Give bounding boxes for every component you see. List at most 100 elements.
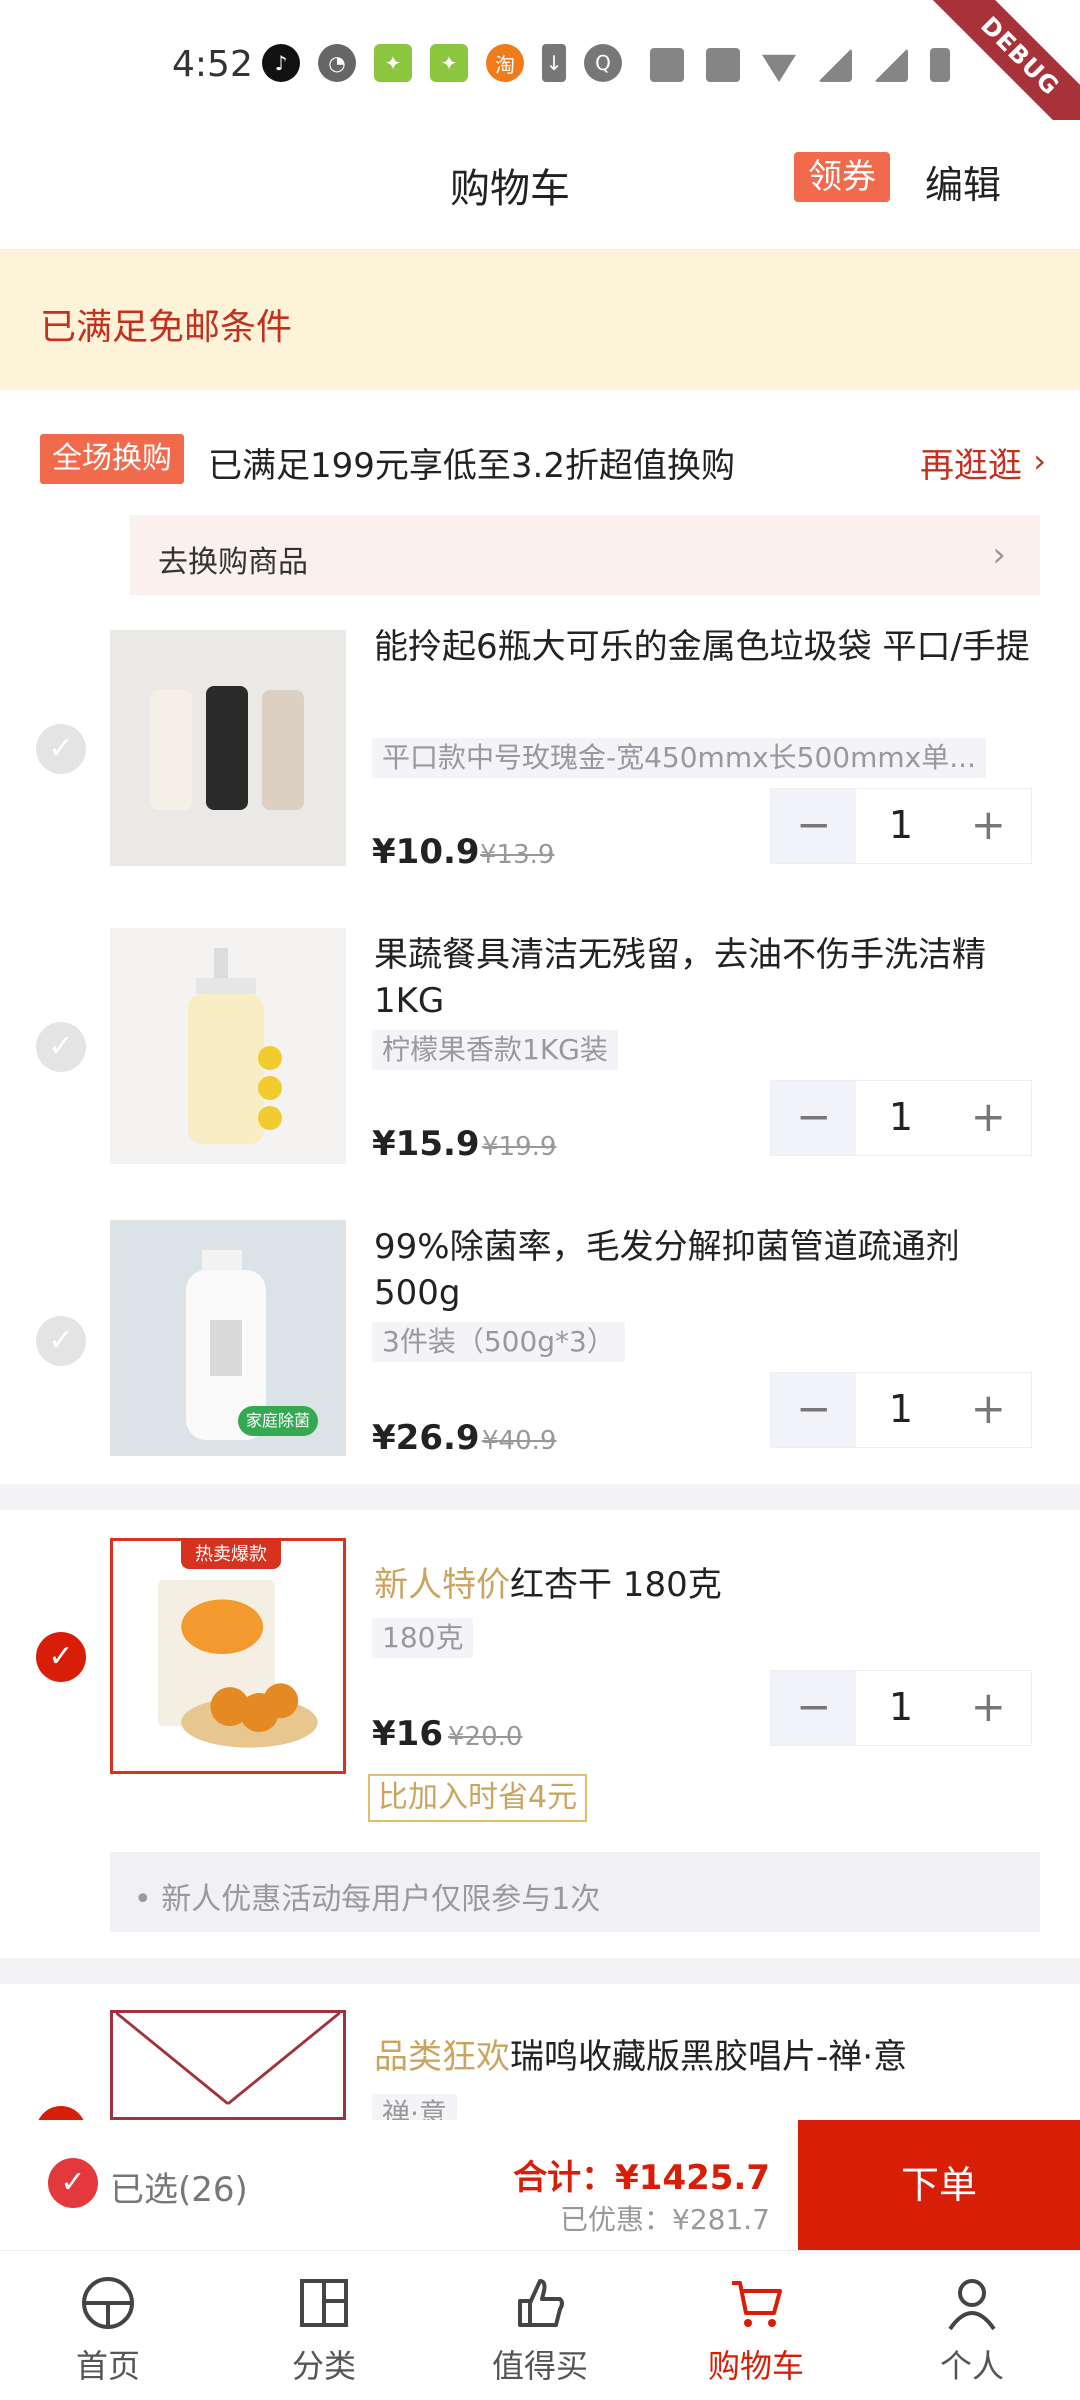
item-original-price: ¥20.0 xyxy=(448,1722,523,1752)
item-original-price: ¥13.9 xyxy=(480,840,555,870)
browse-more-link[interactable]: 再逛逛 xyxy=(920,438,1022,487)
tab-worth-buying[interactable]: 值得买 xyxy=(432,2251,648,2400)
dried-apricot-image xyxy=(113,1541,343,1771)
coupon-button[interactable]: 领券 xyxy=(794,152,890,202)
item-title[interactable]: 99%除菌率，毛发分解抑菌管道疏通剂500g xyxy=(374,1224,1044,1316)
tab-label: 首页 xyxy=(75,2347,140,2385)
trash-bag-rolls-image xyxy=(110,630,346,866)
quantity-value[interactable]: 1 xyxy=(856,1373,946,1447)
quantity-stepper: − 1 + xyxy=(770,1080,1032,1156)
category-icon xyxy=(300,2279,348,2327)
place-order-button[interactable]: 下单 xyxy=(798,2120,1080,2250)
product-image[interactable] xyxy=(110,630,346,866)
item-checkbox[interactable]: ✓ xyxy=(36,1316,86,1366)
discount-amount: 已优惠：¥281.7 xyxy=(560,2203,770,2236)
item-original-price: ¥40.9 xyxy=(482,1426,557,1456)
battery-icon xyxy=(930,48,950,82)
product-image[interactable] xyxy=(110,2010,346,2120)
status-bar: 4:52 ♪ ◔ ✦ ✦ 淘 ↓ Q DEBUG xyxy=(0,0,1080,157)
exchange-text: 已满足199元享低至3.2折超值换购 xyxy=(208,446,735,486)
free-shipping-text: 已满足免邮条件 xyxy=(40,307,293,348)
item-checkbox[interactable]: ✓ xyxy=(36,1022,86,1072)
tab-label: 个人 xyxy=(939,2347,1004,2385)
app-icon: ◔ xyxy=(318,44,356,82)
item-original-price: ¥19.9 xyxy=(482,1132,557,1162)
tab-profile[interactable]: 个人 xyxy=(864,2251,1080,2400)
increase-button[interactable]: + xyxy=(945,1081,1031,1155)
item-spec[interactable]: 平口款中号玫瑰金-宽450mmx长500mmx单... xyxy=(372,738,986,778)
decrease-button[interactable]: − xyxy=(771,1373,857,1447)
signal-icon xyxy=(818,48,852,82)
goto-exchange-button[interactable]: 去换购商品 › xyxy=(130,515,1040,595)
item-title-text: 瑞鸣收藏版黑胶唱片-禅·意 xyxy=(510,2037,908,2077)
quantity-stepper: − 1 + xyxy=(770,1372,1032,1448)
checkout-bar: ✓ 已选(26) 合计：¥1425.7 已优惠：¥281.7 下单 xyxy=(0,2120,1080,2250)
signal-icon xyxy=(874,48,908,82)
image-badge: 家庭除菌 xyxy=(238,1406,319,1436)
quantity-value[interactable]: 1 xyxy=(856,1081,946,1155)
dish-soap-image xyxy=(110,928,346,1164)
system-icons xyxy=(650,48,950,82)
decrease-button[interactable]: − xyxy=(771,789,857,863)
item-spec[interactable]: 3件装（500g*3） xyxy=(372,1322,625,1362)
chevron-right-icon: › xyxy=(992,535,1006,575)
quantity-value[interactable]: 1 xyxy=(856,789,946,863)
tab-label: 值得买 xyxy=(491,2347,588,2385)
item-title[interactable]: 果蔬餐具清洁无残留，去油不伤手洗洁精1KG xyxy=(374,932,1044,1024)
vibrate-icon xyxy=(706,48,740,82)
savings-tag: 比加入时省4元 xyxy=(368,1774,588,1822)
game-icon: ✦ xyxy=(374,44,412,82)
product-image[interactable] xyxy=(110,928,346,1164)
item-checkbox-checked[interactable]: ✓ xyxy=(36,1632,86,1682)
tab-label: 购物车 xyxy=(707,2347,804,2385)
total-price: 合计：¥1425.7 xyxy=(513,2158,770,2198)
person-icon xyxy=(948,2279,996,2331)
decrease-button[interactable]: − xyxy=(771,1081,857,1155)
item-title[interactable]: 品类狂欢瑞鸣收藏版黑胶唱片-禅·意 xyxy=(374,2034,1044,2080)
free-shipping-banner: 已满足免邮条件 xyxy=(0,250,1080,390)
notification-icons: ♪ ◔ ✦ ✦ 淘 ↓ Q xyxy=(262,44,622,82)
tab-label: 分类 xyxy=(291,2347,356,2385)
tab-category[interactable]: 分类 xyxy=(216,2251,432,2400)
item-price: ¥16 xyxy=(372,1714,443,1754)
exchange-row: 全场换购 已满足199元享低至3.2折超值换购 再逛逛 › xyxy=(0,420,1080,500)
selected-count[interactable]: 已选(26) xyxy=(110,2162,248,2211)
item-title[interactable]: 新人特价红杏干 180克 xyxy=(374,1562,1044,1608)
item-price: ¥15.9 xyxy=(372,1124,480,1164)
item-price: ¥10.9 xyxy=(372,832,480,872)
quantity-stepper: − 1 + xyxy=(770,788,1032,864)
product-image[interactable]: 热卖爆款 xyxy=(110,1538,346,1774)
increase-button[interactable]: + xyxy=(945,789,1031,863)
edit-button[interactable]: 编辑 xyxy=(925,154,1001,209)
tab-home[interactable]: 首页 xyxy=(0,2251,216,2400)
increase-button[interactable]: + xyxy=(945,1671,1031,1745)
item-spec[interactable]: 柠檬果香款1KG装 xyxy=(372,1030,618,1070)
promo-tag: 新人特价 xyxy=(374,1565,510,1605)
cart-icon xyxy=(732,2281,782,2327)
quantity-stepper: − 1 + xyxy=(770,1670,1032,1746)
thumbs-up-icon xyxy=(518,2279,564,2327)
download-icon: ↓ xyxy=(542,44,566,82)
game-icon: ✦ xyxy=(430,44,468,82)
home-icon xyxy=(82,2277,134,2329)
chevron-right-icon[interactable]: › xyxy=(1033,442,1046,480)
product-image[interactable]: 家庭除菌 xyxy=(110,1220,346,1456)
header: 购物车 领券 编辑 xyxy=(0,120,1080,250)
select-all-checkbox[interactable]: ✓ xyxy=(48,2158,98,2208)
tab-cart[interactable]: 购物车 xyxy=(648,2251,864,2400)
bottom-tab-bar: 首页 分类 值得买 购物车 个人 xyxy=(0,2250,1080,2400)
item-title[interactable]: 能拎起6瓶大可乐的金属色垃圾袋 平口/手提 xyxy=(374,624,1044,670)
decrease-button[interactable]: − xyxy=(771,1671,857,1745)
increase-button[interactable]: + xyxy=(945,1373,1031,1447)
section-divider xyxy=(0,1958,1080,1984)
tiktok-icon: ♪ xyxy=(262,44,300,82)
item-checkbox[interactable]: ✓ xyxy=(36,724,86,774)
item-spec[interactable]: 禅·意 xyxy=(372,2094,457,2120)
vinyl-record-image xyxy=(115,2013,341,2105)
taobao-icon: 淘 xyxy=(486,44,524,82)
nfc-icon xyxy=(650,48,684,82)
item-spec[interactable]: 180克 xyxy=(372,1618,474,1658)
hot-sale-badge: 热卖爆款 xyxy=(181,1541,281,1569)
quantity-value[interactable]: 1 xyxy=(856,1671,946,1745)
promo-tag: 品类狂欢 xyxy=(374,2037,510,2077)
